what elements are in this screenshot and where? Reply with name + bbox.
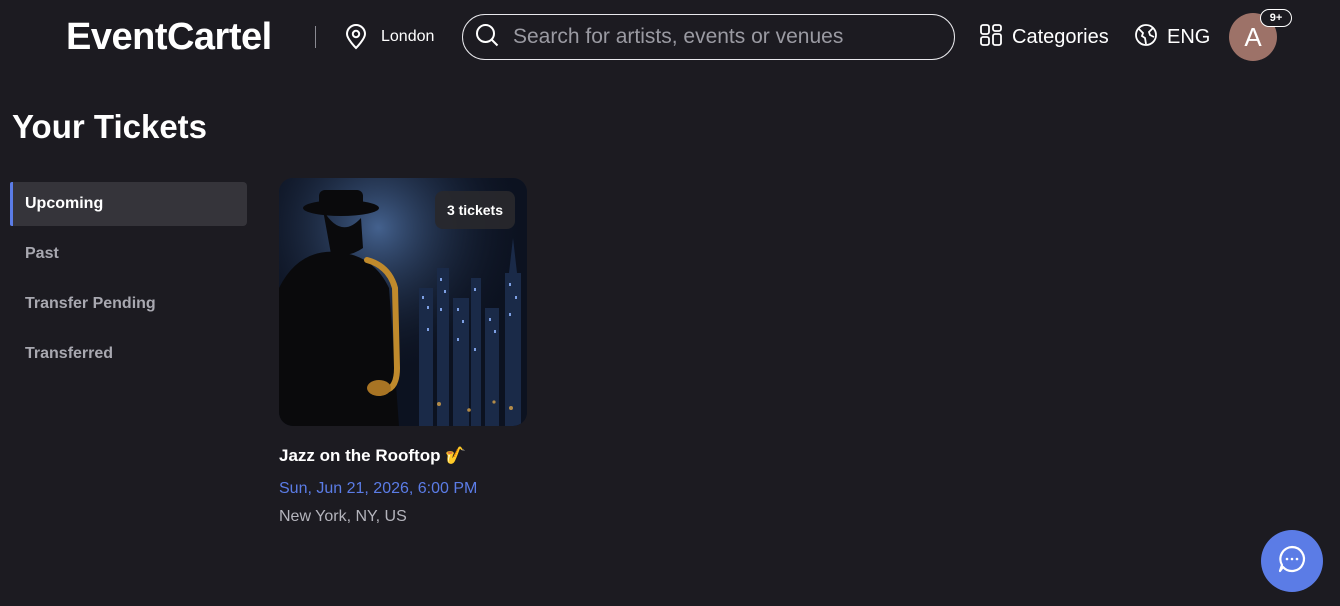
- header-divider: [315, 26, 316, 48]
- ticket-card[interactable]: 3 tickets Jazz on the Rooftop 🎷 Sun, Jun…: [279, 178, 527, 527]
- event-title[interactable]: Jazz on the Rooftop 🎷: [279, 445, 527, 467]
- event-image[interactable]: 3 tickets: [279, 178, 527, 426]
- language-selector[interactable]: ENG: [1134, 23, 1211, 52]
- page-title: Your Tickets: [12, 108, 208, 145]
- top-header: EventCartel London Cat: [0, 0, 1340, 76]
- chat-bubble-icon: [1277, 544, 1307, 579]
- categories-label: Categories: [1012, 25, 1109, 48]
- location-selector[interactable]: London: [344, 24, 434, 50]
- search-input[interactable]: [513, 25, 933, 49]
- globe-icon: [1134, 23, 1158, 52]
- sidebar-item-past[interactable]: Past: [10, 232, 247, 276]
- notification-badge[interactable]: 9+: [1260, 9, 1292, 27]
- language-label: ENG: [1167, 25, 1211, 48]
- event-location: New York, NY, US: [279, 508, 407, 525]
- sidebar-item-transfer-pending[interactable]: Transfer Pending: [10, 282, 247, 326]
- chat-button[interactable]: [1261, 530, 1323, 592]
- tickets-sidebar: Upcoming Past Transfer Pending Transferr…: [10, 182, 247, 382]
- location-label: London: [381, 28, 435, 45]
- sidebar-item-transferred[interactable]: Transferred: [10, 332, 247, 376]
- sidebar-item-upcoming[interactable]: Upcoming: [10, 182, 247, 226]
- search-icon: [475, 23, 499, 52]
- ticket-count-badge: 3 tickets: [434, 191, 515, 229]
- categories-menu[interactable]: Categories: [979, 23, 1109, 52]
- site-logo[interactable]: EventCartel: [66, 14, 272, 60]
- map-pin-icon: [344, 24, 368, 50]
- search-bar[interactable]: [462, 14, 955, 60]
- grid-icon: [979, 23, 1003, 52]
- event-date: Sun, Jun 21, 2026, 6:00 PM: [279, 480, 478, 497]
